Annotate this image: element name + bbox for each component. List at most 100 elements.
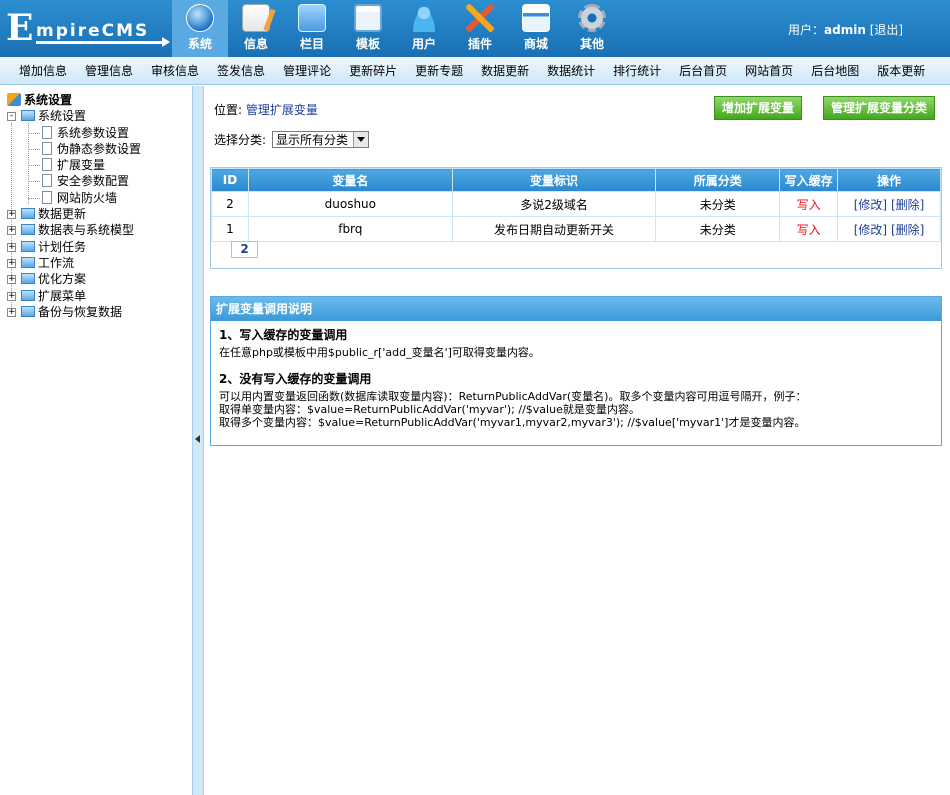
tree-item-system-params[interactable]: 系统参数设置 xyxy=(7,125,141,141)
quick-admin-home[interactable]: 后台首页 xyxy=(679,62,727,79)
logo-arrow-icon xyxy=(36,37,170,47)
nav-plugin[interactable]: 插件 xyxy=(452,0,508,57)
quick-site-home[interactable]: 网站首页 xyxy=(745,62,793,79)
tree-group-label: 计划任务 xyxy=(38,239,87,254)
nav-label: 插件 xyxy=(467,37,492,51)
tree-group-backup[interactable]: + 备份与恢复数据 xyxy=(7,304,141,320)
expand-icon[interactable]: + xyxy=(7,210,16,220)
quick-data-stats[interactable]: 数据统计 xyxy=(547,62,595,79)
folder-icon xyxy=(21,208,35,220)
tree-group-optimization[interactable]: + 优化方案 xyxy=(7,271,141,287)
quick-menu: 增加信息 管理信息 审核信息 签发信息 管理评论 更新碎片 更新专题 数据更新 … xyxy=(0,57,950,85)
pagination-page[interactable]: 2 xyxy=(231,241,258,258)
tree-group-workflow[interactable]: + 工作流 xyxy=(7,255,141,271)
tree-root[interactable]: 系统设置 xyxy=(7,92,141,108)
nav-label: 其他 xyxy=(579,37,604,51)
edit-link[interactable]: [修改] xyxy=(854,198,887,212)
breadcrumb-link[interactable]: 管理扩展变量 xyxy=(246,103,318,117)
class-select[interactable]: 显示所有分类 xyxy=(272,131,370,148)
quick-add-info[interactable]: 增加信息 xyxy=(19,62,67,79)
quick-manage-info[interactable]: 管理信息 xyxy=(85,62,133,79)
tree-item-rewrite-params[interactable]: 伪静态参数设置 xyxy=(7,141,141,157)
expand-icon[interactable]: + xyxy=(7,258,16,268)
help-panel: 扩展变量调用说明 1、写入缓存的变量调用 在任意php或模板中用$public_… xyxy=(210,296,942,446)
class-select-value: 显示所有分类 xyxy=(276,133,349,147)
tree-group-label: 备份与恢复数据 xyxy=(38,304,123,319)
collapse-arrow-icon[interactable] xyxy=(195,435,200,443)
nav-user[interactable]: 用户 xyxy=(396,0,452,57)
chevron-down-icon[interactable] xyxy=(353,132,369,147)
quick-sign-info[interactable]: 签发信息 xyxy=(217,62,265,79)
col-id: ID xyxy=(211,168,249,192)
cell-actions: [修改] [删除] xyxy=(837,191,941,217)
nav-template[interactable]: 模板 xyxy=(340,0,396,57)
quick-manage-comments[interactable]: 管理评论 xyxy=(283,62,331,79)
nav-column[interactable]: 栏目 xyxy=(284,0,340,57)
quick-data-update[interactable]: 数据更新 xyxy=(481,62,529,79)
help-body: 1、写入缓存的变量调用 在任意php或模板中用$public_r['add_变量… xyxy=(211,321,941,437)
nav-info[interactable]: 信息 xyxy=(228,0,284,57)
tree-group-tables-models[interactable]: + 数据表与系统模型 xyxy=(7,222,141,238)
cache-link[interactable]: 写入 xyxy=(797,223,821,237)
quick-check-info[interactable]: 审核信息 xyxy=(151,62,199,79)
cell-cache: 写入 xyxy=(779,191,839,217)
folder-icon xyxy=(21,289,35,301)
logout-link[interactable]: [退出] xyxy=(870,23,903,37)
col-var-title: 变量标识 xyxy=(451,168,657,192)
help-example-multi: 取得多个变量内容：$value=ReturnPublicAddVar('myva… xyxy=(219,416,806,429)
tree-group-label: 数据表与系统模型 xyxy=(38,223,135,238)
user-icon xyxy=(410,4,438,32)
nav-shop[interactable]: 商城 xyxy=(508,0,564,57)
expand-icon[interactable]: + xyxy=(7,275,16,285)
tree-group-data-update[interactable]: + 数据更新 xyxy=(7,206,141,222)
nav-system[interactable]: 系统 xyxy=(172,0,228,57)
left-sidebar: 系统设置 - 系统设置 系统参数设置 伪静态参数设置 扩展变量 安全参数配置 网… xyxy=(0,86,192,795)
expand-icon[interactable]: + xyxy=(7,307,16,317)
quick-update-topics[interactable]: 更新专题 xyxy=(415,62,463,79)
quick-update-fragments[interactable]: 更新碎片 xyxy=(349,62,397,79)
cache-link[interactable]: 写入 xyxy=(797,198,821,212)
window-icon xyxy=(354,4,382,32)
nav-label: 栏目 xyxy=(299,37,324,51)
quick-admin-map[interactable]: 后台地图 xyxy=(811,62,859,79)
nav-label: 模板 xyxy=(355,37,380,51)
tree-item-label: 安全参数配置 xyxy=(57,174,130,189)
tree-group-label: 工作流 xyxy=(38,255,75,270)
breadcrumb: 位置: 管理扩展变量 xyxy=(214,101,318,118)
col-cache: 写入缓存 xyxy=(779,168,839,192)
tree-item-security-params[interactable]: 安全参数配置 xyxy=(7,173,141,189)
cell-actions: [修改] [删除] xyxy=(837,216,941,242)
expand-icon[interactable]: + xyxy=(7,242,16,252)
tree-group-ext-menu[interactable]: + 扩展菜单 xyxy=(7,288,141,304)
cell-id: 2 xyxy=(211,191,249,217)
quick-version-update[interactable]: 版本更新 xyxy=(877,62,925,79)
page-icon xyxy=(42,158,52,172)
delete-link[interactable]: [删除] xyxy=(891,198,924,212)
cell-class: 未分类 xyxy=(655,216,781,242)
expand-icon[interactable]: + xyxy=(7,226,16,236)
collapse-icon[interactable]: - xyxy=(7,112,16,122)
settings-tree: 系统设置 - 系统设置 系统参数设置 伪静态参数设置 扩展变量 安全参数配置 网… xyxy=(7,92,141,320)
folder-icon xyxy=(21,273,35,285)
sidebar-splitter[interactable] xyxy=(192,86,204,795)
tree-item-label: 扩展变量 xyxy=(57,158,106,173)
manage-ext-var-class-button[interactable]: 管理扩展变量分类 xyxy=(823,96,936,120)
class-filter: 选择分类: 显示所有分类 xyxy=(214,131,370,148)
edit-link[interactable]: [修改] xyxy=(854,223,887,237)
logo-text: mpireCMS xyxy=(36,21,150,41)
nav-other[interactable]: 其他 xyxy=(564,0,620,57)
card-icon xyxy=(522,4,550,32)
cell-var-name: fbrq xyxy=(247,216,453,242)
ext-var-table-box: ID 变量名 变量标识 所属分类 写入缓存 操作 2 duoshuo 多说2级域… xyxy=(210,167,942,269)
gear-icon xyxy=(578,4,606,32)
expand-icon[interactable]: + xyxy=(7,291,16,301)
delete-link[interactable]: [删除] xyxy=(891,223,924,237)
tree-item-ext-vars[interactable]: 扩展变量 xyxy=(7,157,141,173)
logo-initial: E xyxy=(6,7,34,49)
add-ext-var-button[interactable]: 增加扩展变量 xyxy=(714,96,803,120)
empirecms-logo[interactable]: E mpireCMS xyxy=(6,7,170,50)
nav-label: 信息 xyxy=(243,37,268,51)
quick-rank-stats[interactable]: 排行统计 xyxy=(613,62,661,79)
tree-group-scheduled-tasks[interactable]: + 计划任务 xyxy=(7,239,141,255)
tree-item-firewall[interactable]: 网站防火墙 xyxy=(7,190,141,206)
